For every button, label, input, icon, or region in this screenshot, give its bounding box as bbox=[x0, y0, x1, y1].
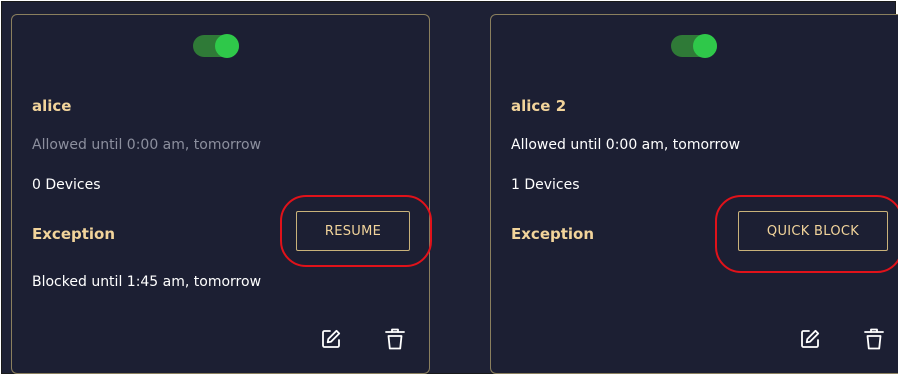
allowed-until-text: Allowed until 0:00 am, tomorrow bbox=[32, 137, 262, 153]
trash-icon[interactable] bbox=[382, 325, 408, 353]
edit-icon[interactable] bbox=[318, 325, 344, 353]
allowed-until-text: Allowed until 0:00 am, tomorrow bbox=[511, 137, 741, 153]
toggle-knob bbox=[215, 34, 239, 58]
quick-block-button[interactable]: QUICK BLOCK bbox=[738, 211, 888, 251]
device-count: 1 Devices bbox=[511, 177, 580, 193]
trash-icon[interactable] bbox=[861, 325, 887, 353]
exception-label: Exception bbox=[511, 225, 595, 243]
profile-name: alice bbox=[32, 97, 72, 115]
enable-toggle[interactable] bbox=[671, 34, 717, 58]
edit-icon[interactable] bbox=[797, 325, 823, 353]
resume-button[interactable]: RESUME bbox=[296, 211, 410, 251]
blocked-until-text: Blocked until 1:45 am, tomorrow bbox=[32, 274, 262, 290]
profile-card-alice-2: alice 2 Allowed until 0:00 am, tomorrow … bbox=[490, 14, 898, 374]
profiles-panel: alice Allowed until 0:00 am, tomorrow 0 … bbox=[1, 1, 898, 374]
device-count: 0 Devices bbox=[32, 177, 101, 193]
toggle-knob bbox=[693, 34, 717, 58]
profile-card-alice: alice Allowed until 0:00 am, tomorrow 0 … bbox=[11, 14, 432, 374]
enable-toggle[interactable] bbox=[193, 34, 239, 58]
profile-name: alice 2 bbox=[511, 97, 567, 115]
exception-label: Exception bbox=[32, 225, 116, 243]
